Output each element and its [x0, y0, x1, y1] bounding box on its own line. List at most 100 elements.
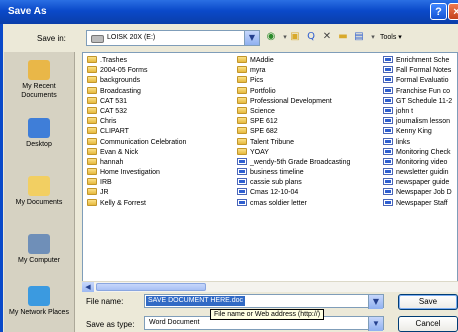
save-as-type-label: Save as type:: [86, 320, 135, 329]
list-item[interactable]: Broadcasting: [87, 86, 186, 97]
chevron-down-icon[interactable]: ▼: [368, 317, 383, 331]
chevron-down-icon[interactable]: ▼: [244, 31, 259, 45]
document-icon: [383, 66, 393, 74]
list-item[interactable]: cmas soldier letter: [237, 198, 350, 209]
views-dropdown-icon[interactable]: ▾: [366, 30, 380, 44]
list-item[interactable]: hannah: [87, 157, 186, 168]
file-list[interactable]: .Trashes 2004-05 Forms backgrounds Broadcas…: [82, 52, 458, 292]
save-button[interactable]: Save: [398, 294, 458, 310]
list-item[interactable]: _wendy-5th Grade Broadcasting: [237, 157, 350, 168]
list-item[interactable]: cassie sub plans: [237, 178, 350, 188]
list-item[interactable]: Home Investigation: [87, 168, 186, 178]
up-folder-icon[interactable]: ▣: [288, 30, 302, 44]
list-item[interactable]: MAddie: [237, 56, 350, 66]
list-item[interactable]: Talent Tribune: [237, 137, 350, 148]
folder-icon: [87, 76, 97, 84]
list-item[interactable]: business timeline: [237, 168, 350, 178]
list-item[interactable]: JR: [87, 188, 186, 198]
views-icon[interactable]: ▤: [352, 30, 366, 44]
list-item[interactable]: Communication Celebration: [87, 137, 186, 148]
list-item[interactable]: Newspaper Job D: [383, 188, 452, 198]
list-item[interactable]: CAT 531: [87, 96, 186, 107]
list-item[interactable]: newspaper guide: [383, 178, 452, 188]
place-network-places[interactable]: My Network Places: [4, 286, 74, 317]
list-item[interactable]: Kelly & Forrest: [87, 198, 186, 209]
window-frame-left: [0, 24, 3, 332]
list-item[interactable]: journalism lesson: [383, 117, 452, 127]
folder-icon: [87, 188, 97, 196]
close-button[interactable]: ×: [448, 3, 458, 20]
list-item[interactable]: CAT 532: [87, 106, 186, 117]
tools-menu[interactable]: Tools ▾: [380, 33, 402, 41]
list-item[interactable]: newsletter guidin: [383, 168, 452, 178]
document-icon: [383, 117, 393, 125]
list-item[interactable]: Enrichment Sche: [383, 56, 452, 66]
place-my-computer[interactable]: My Computer: [4, 234, 74, 265]
list-item[interactable]: Kenny King: [383, 127, 452, 137]
search-web-icon[interactable]: Q: [304, 30, 318, 44]
document-icon: [383, 56, 393, 63]
list-item[interactable]: Chris: [87, 117, 186, 127]
list-item[interactable]: SPE 682: [237, 127, 350, 137]
document-icon: [383, 106, 393, 114]
list-item-label: Portfolio: [250, 87, 276, 95]
list-item[interactable]: backgrounds: [87, 76, 186, 86]
list-item[interactable]: Pics: [237, 76, 350, 86]
list-item[interactable]: CLIPART: [87, 127, 186, 137]
document-icon: [383, 127, 393, 135]
document-icon: [383, 147, 393, 155]
new-folder-icon[interactable]: ▬: [336, 30, 350, 44]
list-item[interactable]: myra: [237, 66, 350, 76]
list-item[interactable]: 2004-05 Forms: [87, 66, 186, 76]
folder-icon: [87, 56, 97, 63]
list-item[interactable]: Formal Evaluatio: [383, 76, 452, 86]
list-item[interactable]: Cmas 12-10-04: [237, 188, 350, 198]
list-item[interactable]: Science: [237, 106, 350, 117]
list-item[interactable]: Evan & Nick: [87, 147, 186, 158]
help-button[interactable]: ?: [430, 3, 447, 20]
list-item[interactable]: IRB: [87, 178, 186, 188]
file-name-input[interactable]: SAVE DOCUMENT HERE.doc ▼: [144, 294, 384, 309]
list-item-label: john t: [396, 107, 414, 115]
chevron-down-icon[interactable]: ▼: [368, 295, 383, 309]
scroll-thumb[interactable]: [96, 283, 206, 291]
list-item-label: .Trashes: [100, 57, 127, 64]
folder-icon: [237, 66, 247, 74]
place-recent-documents[interactable]: My Recent Documents: [4, 60, 74, 100]
list-item[interactable]: Portfolio: [237, 86, 350, 97]
list-item-label: Franchise Fun co: [396, 87, 451, 95]
list-item[interactable]: .Trashes: [87, 56, 186, 66]
list-item[interactable]: Fall Formal Notes: [383, 66, 452, 76]
list-item[interactable]: john t: [383, 106, 452, 117]
list-item-label: cassie sub plans: [250, 179, 302, 187]
scroll-left-icon[interactable]: ◀: [82, 282, 94, 292]
list-item[interactable]: YOAY: [237, 147, 350, 158]
horizontal-scrollbar[interactable]: ◀: [82, 281, 458, 292]
list-item-label: MAddie: [250, 57, 274, 64]
list-item[interactable]: SPE 612: [237, 117, 350, 127]
list-item-label: cmas soldier letter: [250, 199, 307, 207]
list-item[interactable]: Monitoring Check: [383, 147, 452, 158]
list-item[interactable]: Franchise Fun co: [383, 86, 452, 97]
save-in-combo[interactable]: LOISK 20X (E:) ▼: [86, 30, 260, 46]
list-item[interactable]: links: [383, 137, 452, 148]
list-item-label: Chris: [100, 118, 117, 126]
file-name-label: File name:: [86, 297, 124, 306]
place-my-documents[interactable]: My Documents: [4, 176, 74, 207]
list-item[interactable]: Newspaper Staff: [383, 198, 452, 209]
list-item-label: hannah: [100, 158, 124, 166]
place-desktop[interactable]: Desktop: [4, 118, 74, 149]
delete-icon[interactable]: ✕: [320, 30, 334, 44]
folder-icon: [237, 117, 247, 125]
list-item-label: Formal Evaluatio: [396, 77, 449, 85]
list-item[interactable]: Professional Development: [237, 96, 350, 107]
folder-icon: [237, 56, 247, 63]
back-icon[interactable]: ◉: [264, 30, 278, 44]
document-icon: [383, 168, 393, 176]
cancel-button[interactable]: Cancel: [398, 316, 458, 332]
folder-icon: [87, 106, 97, 114]
list-item[interactable]: Monitoring video: [383, 157, 452, 168]
list-item[interactable]: GT Schedule 11-2: [383, 96, 452, 107]
document-icon: [237, 178, 247, 186]
list-item-label: newspaper guide: [396, 179, 450, 187]
